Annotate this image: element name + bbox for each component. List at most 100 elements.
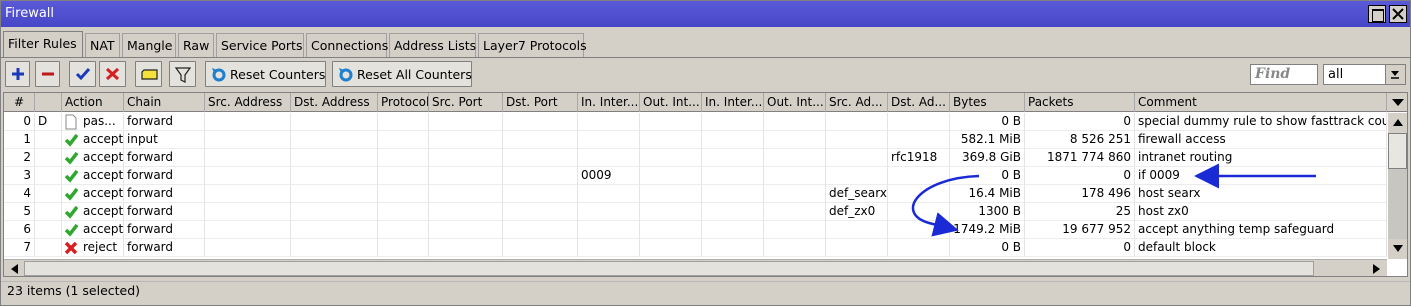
cell-in-iface [578, 221, 640, 239]
close-button[interactable] [1389, 5, 1407, 23]
column-header[interactable]: Packets [1025, 93, 1135, 112]
vertical-scrollbar[interactable] [1388, 113, 1407, 259]
column-header[interactable]: In. Inter... [702, 93, 764, 112]
column-header[interactable]: Out. Int... [764, 93, 826, 112]
column-header[interactable]: Src. Ad... [826, 93, 888, 112]
table-row[interactable]: 6 accept forward 1749.2 MiB 19 677 952 accept… [4, 221, 1387, 239]
column-header[interactable]: Comment [1135, 93, 1387, 112]
dropdown-button[interactable] [1385, 65, 1405, 84]
tab-layer7-protocols[interactable]: Layer7 Protocols [478, 33, 587, 57]
tab-filter-rules[interactable]: Filter Rules [3, 31, 83, 58]
table-row[interactable]: 1 accept input 582.1 MiB 8 526 251 firewall a… [4, 131, 1387, 149]
cell-dst-list [888, 221, 950, 239]
column-header[interactable]: # [4, 93, 35, 112]
horizontal-scroll-thumb[interactable] [24, 261, 1314, 276]
reset-counters-button[interactable]: Reset Counters [205, 61, 326, 87]
tab-service-ports[interactable]: Service Ports [216, 33, 304, 57]
cell-empty [702, 239, 764, 257]
tab-mangle[interactable]: Mangle [122, 33, 176, 57]
reset-all-counters-label: Reset All Counters [357, 67, 472, 82]
cell-action: accept [62, 131, 124, 149]
cell-empty [640, 239, 702, 257]
cell-empty [764, 113, 826, 131]
column-header[interactable]: Chain [124, 93, 205, 112]
column-header[interactable]: Protocol [378, 93, 429, 112]
cell-empty [702, 131, 764, 149]
cell-empty [291, 203, 378, 221]
arrow-down-icon [1393, 245, 1403, 252]
tab-nat[interactable]: NAT [85, 33, 120, 57]
vertical-scroll-track [1388, 169, 1407, 239]
cell-empty [640, 131, 702, 149]
cell-comment: accept anything temp safeguard [1135, 221, 1387, 239]
table-row[interactable]: 2 accept forward rfc1918 369.8 GiB 1871 774 8… [4, 149, 1387, 167]
cell-comment: host zx0 [1135, 203, 1387, 221]
tab-label: Filter Rules [8, 36, 77, 51]
cell-src-list [826, 167, 888, 185]
cell-in-iface [578, 131, 640, 149]
tab-address-lists[interactable]: Address Lists [389, 33, 476, 57]
x-icon [105, 67, 120, 81]
cell-flag [35, 203, 62, 221]
reset-all-counters-button[interactable]: Reset All Counters [332, 61, 472, 87]
cell-empty [702, 221, 764, 239]
comment-button[interactable] [135, 61, 162, 87]
column-header[interactable]: Action [62, 93, 124, 112]
cell-dst-list [888, 167, 950, 185]
cell-empty [702, 185, 764, 203]
add-button[interactable] [5, 61, 30, 87]
cell-num: 3 [4, 167, 35, 185]
table-row[interactable]: 4 accept forward def_searx 16.4 MiB 178 496 ho… [4, 185, 1387, 203]
column-header[interactable] [35, 93, 62, 112]
column-header[interactable]: Dst. Ad... [888, 93, 950, 112]
status-divider [1, 281, 1410, 282]
cell-num: 0 [4, 113, 35, 131]
cell-empty [205, 113, 291, 131]
cell-empty [205, 167, 291, 185]
column-header[interactable]: Dst. Port [503, 93, 578, 112]
cell-packets: 25 [1025, 203, 1135, 221]
tab-label: NAT [90, 38, 115, 53]
columns-menu-icon[interactable] [1389, 93, 1407, 112]
maximize-button[interactable] [1368, 5, 1386, 23]
filter-button[interactable] [169, 61, 196, 87]
tab-connections[interactable]: Connections [306, 33, 388, 57]
cell-empty [378, 185, 429, 203]
cell-in-iface: 0009 [578, 167, 640, 185]
cell-empty [378, 203, 429, 221]
find-input[interactable]: Find [1250, 64, 1318, 85]
enable-button[interactable] [69, 61, 96, 87]
cell-empty [503, 185, 578, 203]
column-header[interactable]: Src. Port [429, 93, 503, 112]
filter-select[interactable]: all [1323, 64, 1406, 85]
table-row[interactable]: 0 Dpas... forward 0 B 0 special dummy rule to… [4, 113, 1387, 131]
cell-empty [291, 167, 378, 185]
title-bar[interactable]: Firewall [1, 1, 1410, 27]
table-row[interactable]: 7 reject forward 0 B 0 default block [4, 239, 1387, 257]
cell-packets: 8 526 251 [1025, 131, 1135, 149]
cell-chain: forward [124, 239, 205, 257]
tab-label: Address Lists [394, 38, 477, 53]
cell-num: 5 [4, 203, 35, 221]
column-header[interactable]: Bytes [950, 93, 1025, 112]
tab-raw[interactable]: Raw [178, 33, 214, 57]
cell-empty [503, 113, 578, 131]
cell-empty [503, 203, 578, 221]
remove-button[interactable] [35, 61, 60, 87]
table-row[interactable]: 3 accept forward 0009 0 B 0 if 0009 [4, 167, 1387, 185]
cell-num: 6 [4, 221, 35, 239]
disable-button[interactable] [99, 61, 126, 87]
column-header[interactable]: Dst. Address [291, 93, 378, 112]
arrow-right-icon [1373, 264, 1380, 274]
table-row[interactable]: 5 accept forward def_zx0 1300 B 25 host zx0 [4, 203, 1387, 221]
horizontal-scrollbar[interactable] [4, 259, 1387, 276]
vertical-scroll-thumb[interactable] [1388, 133, 1407, 169]
column-header[interactable]: In. Inter... [578, 93, 640, 112]
window-title: Firewall [5, 6, 55, 21]
cell-chain: forward [124, 149, 205, 167]
cell-empty [503, 149, 578, 167]
column-header[interactable]: Out. Int... [640, 93, 702, 112]
column-header[interactable]: Src. Address [205, 93, 291, 112]
cell-empty [429, 203, 503, 221]
status-text: 23 items (1 selected) [7, 283, 141, 298]
